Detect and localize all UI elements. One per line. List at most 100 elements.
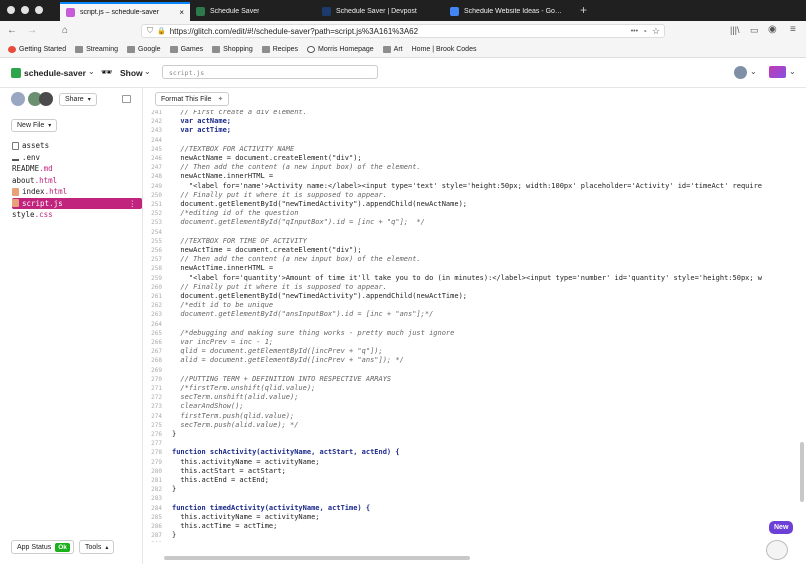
file-item[interactable]: index .html	[12, 186, 142, 197]
code-line[interactable]: }	[172, 531, 176, 540]
horizontal-scrollbar[interactable]	[164, 556, 470, 560]
code-line[interactable]: var incPrev = inc - 1;	[172, 338, 273, 347]
code-line[interactable]: /*editing id of the question	[172, 209, 298, 218]
bookmark-item[interactable]: Recipes	[261, 45, 298, 53]
new-tab-button[interactable]: +	[580, 3, 587, 17]
code-line[interactable]: /*firstTerm.unshift(qlid.value);	[172, 384, 315, 393]
bookmark-item[interactable]: Art	[382, 45, 403, 53]
file-item[interactable]: README .md	[12, 163, 142, 174]
share-button[interactable]: Share ▾	[59, 93, 97, 106]
code-line[interactable]: // Finally put it where it is supposed t…	[172, 283, 387, 292]
menu-icon[interactable]: ≡	[790, 24, 796, 35]
collaborator-avatar[interactable]	[11, 92, 25, 106]
vertical-scrollbar[interactable]	[800, 442, 804, 502]
file-item[interactable]: .env	[12, 152, 142, 163]
browser-tab[interactable]: Schedule Saver	[190, 2, 318, 21]
glitch-logo-icon[interactable]	[11, 68, 21, 78]
sunglasses-icon[interactable]: 🕶	[101, 67, 112, 78]
bookmark-item[interactable]: Games	[169, 45, 203, 53]
url-text[interactable]: https://glitch.com/edit/#!/schedule-save…	[170, 27, 418, 36]
code-line[interactable]: this.actStart = actStart;	[172, 467, 285, 476]
project-name[interactable]: schedule-saver	[24, 68, 86, 78]
home-button[interactable]: ⌂	[62, 25, 68, 37]
code-area[interactable]: 241 // First create a div element. 242 va…	[144, 110, 806, 542]
collapse-sidebar-icon[interactable]	[122, 95, 131, 103]
code-line[interactable]: secTerm.push(alid.value); */	[172, 421, 298, 430]
code-line[interactable]: //TEXTBOX FOR ACTIVITY NAME	[172, 145, 294, 154]
code-line[interactable]: this.actEnd = actEnd;	[172, 476, 269, 485]
code-line[interactable]: function schActivity(activityName, actSt…	[172, 448, 400, 457]
code-line[interactable]: newActTime.innerHTML =	[172, 264, 273, 273]
forward-button[interactable]: →	[27, 25, 37, 37]
code-line[interactable]: //TEXTBOX FOR TIME OF ACTIVITY	[172, 237, 306, 246]
library-icon[interactable]: |||\	[730, 25, 740, 35]
sidebar-icon[interactable]: ▭	[750, 25, 759, 36]
code-line[interactable]: document.getElementById("ansInputBox").i…	[172, 310, 433, 319]
format-file-button[interactable]: Format This File ✦	[155, 92, 230, 106]
pocket-icon[interactable]: ◔	[642, 27, 647, 36]
account-icon[interactable]: ◉	[768, 24, 777, 35]
code-line[interactable]: // Finally put it where it is supposed t…	[172, 191, 387, 200]
project-chevron-icon[interactable]: ⌄	[88, 67, 95, 76]
code-line[interactable]: newActTime = document.createElement("div…	[172, 246, 361, 255]
code-line[interactable]: "<label for='name'>Activity name:</label…	[172, 182, 762, 191]
back-button[interactable]: ←	[7, 25, 17, 37]
file-item[interactable]: script .js ⋮	[12, 197, 142, 209]
app-status-button[interactable]: App Status Ok	[11, 540, 74, 554]
bookmark-item[interactable]: Google	[127, 45, 161, 53]
code-line[interactable]: }	[172, 485, 176, 494]
code-line[interactable]: // First create a div element.	[172, 110, 306, 117]
code-line[interactable]: /*edit id to be unique	[172, 301, 273, 310]
close-window-dot[interactable]	[7, 6, 15, 14]
browser-tab[interactable]: Schedule Saver | Devpost	[316, 2, 440, 21]
close-tab-icon[interactable]: ×	[179, 8, 184, 17]
collaborator-avatar[interactable]	[39, 92, 53, 106]
bookmark-item[interactable]: Morris Homepage	[307, 45, 374, 53]
code-line[interactable]: newActName = document.createElement("div…	[172, 154, 361, 163]
code-line[interactable]: //PUTTING TERM + DEFINITION INTO RESPECT…	[172, 375, 391, 384]
avatar-chevron-icon[interactable]: ⌄	[750, 67, 757, 76]
bookmark-item[interactable]: Streaming	[75, 45, 118, 53]
code-line[interactable]: qlid = document.getElementById([incPrev …	[172, 347, 382, 356]
minimize-window-dot[interactable]	[21, 6, 29, 14]
code-line[interactable]: // Then add the content (a new input box…	[172, 163, 420, 172]
mascot-icon[interactable]	[766, 540, 788, 560]
url-bar[interactable]: ⛉ 🔒 https://glitch.com/edit/#!/schedule-…	[141, 24, 665, 38]
new-file-button[interactable]: New File ▾	[11, 119, 58, 132]
code-line[interactable]: this.activityName = activityName;	[172, 513, 319, 522]
code-line[interactable]: alid = document.getElementById([incPrev …	[172, 356, 403, 365]
code-line[interactable]: var actName;	[172, 117, 231, 126]
code-line[interactable]: "<label for='quantity'>Amount of time it…	[172, 274, 762, 283]
file-search-input[interactable]: script.js	[162, 65, 378, 79]
code-line[interactable]: document.getElementById("qInputBox").id …	[172, 218, 424, 227]
show-button[interactable]: Show	[120, 68, 143, 78]
code-line[interactable]: var actTime;	[172, 126, 231, 135]
code-line[interactable]: document.getElementById("newTimedActivit…	[172, 200, 467, 209]
file-item[interactable]: assets	[12, 140, 142, 151]
code-line[interactable]: secTerm.unshift(alid.value);	[172, 393, 298, 402]
code-line[interactable]: function timedActivity(activityName, act…	[172, 504, 370, 513]
code-line[interactable]: }	[172, 430, 176, 439]
bookmark-star-icon[interactable]: ☆	[652, 26, 660, 37]
code-line[interactable]: document.getElementById("newTimedActivit…	[172, 292, 467, 301]
code-line[interactable]: firstTerm.push(qlid.value);	[172, 412, 294, 421]
remix-chevron-icon[interactable]: ⌄	[789, 67, 796, 76]
code-line[interactable]: this.actTime = actTime;	[172, 522, 277, 531]
bookmark-item[interactable]: Home | Brook Codes	[412, 46, 477, 53]
new-badge-button[interactable]: New	[769, 521, 794, 534]
browser-tab[interactable]: Schedule Website Ideas - Goo…	[444, 2, 571, 21]
zoom-window-dot[interactable]	[35, 6, 43, 14]
file-options-icon[interactable]: ⋮	[129, 199, 137, 208]
file-item[interactable]: about .html	[12, 175, 142, 186]
page-actions-button[interactable]: •••	[631, 28, 638, 35]
code-line[interactable]: clearAndShow();	[172, 402, 243, 411]
remix-icon[interactable]	[769, 66, 786, 78]
browser-tab[interactable]: script.js – schedule-saver ×	[60, 2, 190, 21]
code-editor[interactable]: Format This File ✦ 241 // First create a…	[144, 88, 806, 564]
tools-button[interactable]: Tools ▴	[79, 540, 115, 554]
code-line[interactable]: newActName.innerHTML =	[172, 172, 273, 181]
code-line[interactable]: // Then add the content (a new input box…	[172, 255, 420, 264]
code-line[interactable]: this.activityName = activityName;	[172, 458, 319, 467]
file-item[interactable]: style .css	[12, 209, 142, 220]
user-avatar[interactable]	[734, 66, 747, 79]
